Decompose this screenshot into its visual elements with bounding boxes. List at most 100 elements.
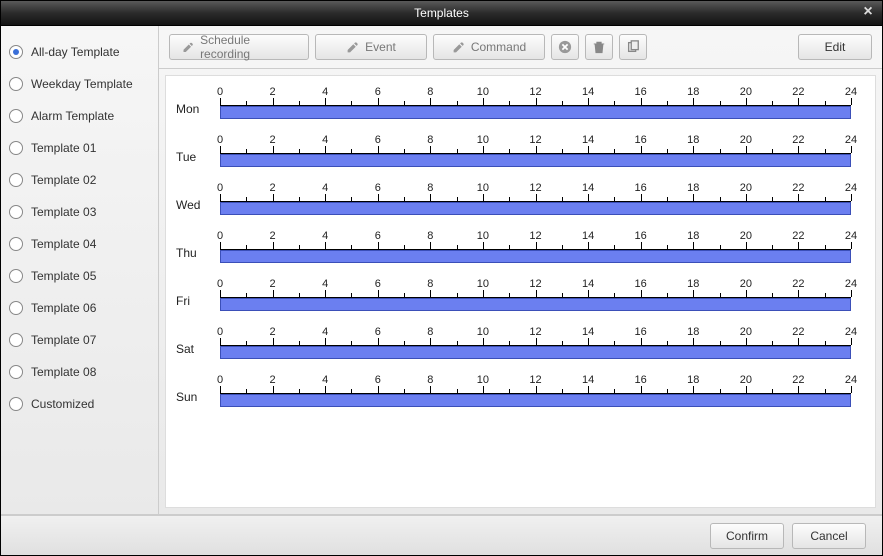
sidebar-item-label: Template 06 bbox=[31, 301, 96, 315]
hour-tick-label: 12 bbox=[529, 182, 541, 194]
hour-tick-label: 24 bbox=[845, 182, 857, 194]
hour-tick-label: 18 bbox=[687, 230, 699, 242]
sidebar-item-template[interactable]: Template 08 bbox=[7, 356, 152, 388]
close-icon[interactable]: × bbox=[859, 4, 877, 22]
hour-tick-label: 6 bbox=[375, 374, 381, 386]
hour-tick-label: 22 bbox=[792, 134, 804, 146]
hour-tick-label: 12 bbox=[529, 230, 541, 242]
cancel-button[interactable]: Cancel bbox=[792, 523, 866, 549]
event-label: Event bbox=[365, 40, 396, 54]
day-timeline[interactable]: 024681012141618202224 bbox=[220, 138, 851, 168]
sidebar-item-template[interactable]: All-day Template bbox=[7, 36, 152, 68]
hour-tick-label: 4 bbox=[322, 182, 328, 194]
sidebar-item-label: Weekday Template bbox=[31, 77, 133, 91]
schedule-bar[interactable] bbox=[220, 154, 851, 167]
schedule-bar[interactable] bbox=[220, 250, 851, 263]
sidebar-item-label: Template 08 bbox=[31, 365, 96, 379]
sidebar-item-template[interactable]: Weekday Template bbox=[7, 68, 152, 100]
radio-icon bbox=[9, 109, 23, 123]
schedule-bar[interactable] bbox=[220, 106, 851, 119]
radio-icon bbox=[9, 269, 23, 283]
sidebar-item-label: Template 05 bbox=[31, 269, 96, 283]
hour-tick-label: 18 bbox=[687, 182, 699, 194]
pencil-icon bbox=[452, 41, 465, 54]
sidebar-item-template[interactable]: Template 01 bbox=[7, 132, 152, 164]
hour-tick-label: 4 bbox=[322, 230, 328, 242]
schedule-bar[interactable] bbox=[220, 346, 851, 359]
hour-tick-label: 12 bbox=[529, 86, 541, 98]
day-timeline[interactable]: 024681012141618202224 bbox=[220, 186, 851, 216]
copy-icon bbox=[626, 40, 640, 54]
pencil-icon bbox=[346, 41, 359, 54]
clear-button[interactable] bbox=[551, 34, 579, 60]
radio-icon bbox=[9, 301, 23, 315]
confirm-button[interactable]: Confirm bbox=[710, 523, 784, 549]
hour-tick-label: 20 bbox=[740, 182, 752, 194]
radio-icon bbox=[9, 237, 23, 251]
pencil-icon bbox=[182, 41, 194, 54]
hour-tick-label: 12 bbox=[529, 326, 541, 338]
day-label: Sat bbox=[176, 330, 220, 356]
day-timeline[interactable]: 024681012141618202224 bbox=[220, 282, 851, 312]
hour-tick-label: 8 bbox=[427, 230, 433, 242]
hour-tick-label: 12 bbox=[529, 374, 541, 386]
sidebar-item-label: Template 01 bbox=[31, 141, 96, 155]
edit-button[interactable]: Edit bbox=[798, 34, 872, 60]
sidebar-item-template[interactable]: Alarm Template bbox=[7, 100, 152, 132]
hour-tick-label: 8 bbox=[427, 134, 433, 146]
sidebar-item-template[interactable]: Template 07 bbox=[7, 324, 152, 356]
day-row: Fri024681012141618202224 bbox=[176, 282, 851, 312]
day-label: Thu bbox=[176, 234, 220, 260]
schedule-bar[interactable] bbox=[220, 202, 851, 215]
hour-tick-label: 22 bbox=[792, 230, 804, 242]
sidebar-item-template[interactable]: Template 04 bbox=[7, 228, 152, 260]
hour-tick-label: 14 bbox=[582, 134, 594, 146]
day-timeline[interactable]: 024681012141618202224 bbox=[220, 234, 851, 264]
hour-tick-label: 24 bbox=[845, 278, 857, 290]
hour-tick-label: 2 bbox=[270, 134, 276, 146]
hour-tick-label: 6 bbox=[375, 326, 381, 338]
hour-tick-label: 14 bbox=[582, 182, 594, 194]
day-label: Sun bbox=[176, 378, 220, 404]
delete-button[interactable] bbox=[585, 34, 613, 60]
template-sidebar: All-day Template Weekday Template Alarm Te… bbox=[1, 26, 159, 514]
schedule-bar[interactable] bbox=[220, 298, 851, 311]
hour-tick-label: 20 bbox=[740, 134, 752, 146]
schedule-recording-label: Schedule recording bbox=[200, 33, 296, 61]
hour-tick-label: 16 bbox=[635, 326, 647, 338]
sidebar-item-label: Template 03 bbox=[31, 205, 96, 219]
sidebar-item-template[interactable]: Customized bbox=[7, 388, 152, 420]
schedule-recording-button[interactable]: Schedule recording bbox=[169, 34, 309, 60]
sidebar-item-template[interactable]: Template 06 bbox=[7, 292, 152, 324]
hour-tick-label: 20 bbox=[740, 86, 752, 98]
sidebar-item-label: Template 07 bbox=[31, 333, 96, 347]
day-timeline[interactable]: 024681012141618202224 bbox=[220, 90, 851, 120]
sidebar-item-template[interactable]: Template 03 bbox=[7, 196, 152, 228]
hour-tick-label: 4 bbox=[322, 374, 328, 386]
sidebar-item-template[interactable]: Template 05 bbox=[7, 260, 152, 292]
radio-icon bbox=[9, 173, 23, 187]
hour-tick-label: 16 bbox=[635, 374, 647, 386]
hour-tick-label: 18 bbox=[687, 86, 699, 98]
hour-tick-label: 10 bbox=[477, 86, 489, 98]
main-panel: Schedule recording Event Command bbox=[159, 26, 882, 514]
radio-icon bbox=[9, 333, 23, 347]
schedule-bar[interactable] bbox=[220, 394, 851, 407]
radio-icon bbox=[9, 45, 23, 59]
day-row: Thu024681012141618202224 bbox=[176, 234, 851, 264]
hour-tick-label: 10 bbox=[477, 134, 489, 146]
sidebar-item-template[interactable]: Template 02 bbox=[7, 164, 152, 196]
hour-tick-label: 24 bbox=[845, 230, 857, 242]
command-button[interactable]: Command bbox=[433, 34, 545, 60]
day-timeline[interactable]: 024681012141618202224 bbox=[220, 330, 851, 360]
delete-icon bbox=[558, 40, 572, 54]
hour-tick-label: 10 bbox=[477, 374, 489, 386]
day-timeline[interactable]: 024681012141618202224 bbox=[220, 378, 851, 408]
radio-icon bbox=[9, 365, 23, 379]
day-label: Tue bbox=[176, 138, 220, 164]
hour-tick-label: 6 bbox=[375, 182, 381, 194]
event-button[interactable]: Event bbox=[315, 34, 427, 60]
copy-button[interactable] bbox=[619, 34, 647, 60]
hour-tick-label: 12 bbox=[529, 134, 541, 146]
hour-tick-label: 8 bbox=[427, 86, 433, 98]
